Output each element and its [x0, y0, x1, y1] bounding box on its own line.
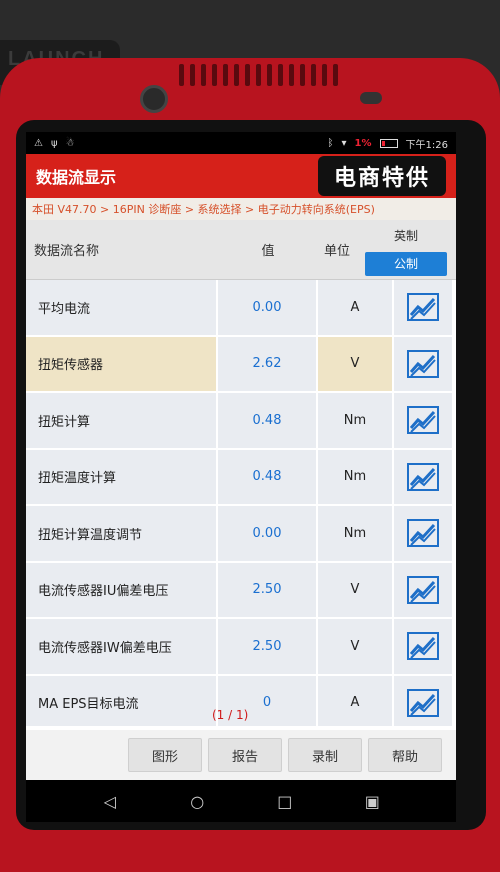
column-header-name: 数据流名称: [34, 244, 100, 259]
graph-button[interactable]: [394, 449, 452, 504]
row-value: 2.50: [218, 562, 316, 617]
graph-button[interactable]: [394, 280, 452, 335]
table-row[interactable]: 平均电流 0.00 A: [26, 280, 456, 337]
status-bar: ⚠ ψ ☃ ᛒ ▾ 1% 下午1:26: [26, 132, 456, 154]
clock: 下午1:26: [405, 139, 448, 151]
column-header-value: 值: [261, 244, 275, 259]
row-value: 2.50: [218, 619, 316, 674]
row-name: 扭矩计算温度调节: [26, 506, 216, 561]
column-header-unit: 单位: [323, 244, 350, 259]
back-icon[interactable]: ◁: [95, 786, 125, 816]
table-row[interactable]: 电流传感器IW偏差电压 2.50 V: [26, 619, 456, 676]
row-value: 0.48: [218, 449, 316, 504]
camera: [140, 85, 168, 113]
row-name: 扭矩传感器: [26, 336, 216, 391]
bluetooth-icon: ᛒ: [327, 137, 334, 149]
speaker-grille: [178, 60, 338, 90]
imperial-button[interactable]: 英制: [365, 224, 447, 248]
graph-button[interactable]: [394, 506, 452, 561]
line-chart-icon: [407, 632, 439, 661]
bottom-toolbar: 图形 报告 录制 帮助: [26, 730, 456, 780]
table-header: 数据流名称 值 单位 英制 公制: [26, 220, 456, 280]
page-indicator: (1 / 1): [212, 708, 249, 722]
line-chart-icon: [407, 349, 439, 378]
row-value: 0.48: [218, 393, 316, 448]
wifi-icon: ▾: [341, 137, 347, 149]
line-chart-icon: [407, 519, 439, 548]
row-name: 电流传感器IU偏差电压: [26, 562, 216, 617]
table-row[interactable]: 扭矩计算温度调节 0.00 Nm: [26, 506, 456, 563]
line-chart-icon: [407, 575, 439, 604]
battery-icon: [379, 138, 398, 148]
android-debug-icon: ☃: [65, 137, 75, 149]
help-button[interactable]: 帮助: [368, 738, 442, 772]
recents-icon[interactable]: □: [270, 786, 300, 816]
graph-button[interactable]: [394, 619, 452, 674]
screen: ⚠ ψ ☃ ᛒ ▾ 1% 下午1:26 数据流显示 电商特供 本田 V47.70…: [26, 132, 456, 822]
row-name: 扭矩温度计算: [26, 449, 216, 504]
graph-button[interactable]: [394, 562, 452, 617]
table-row[interactable]: 电流传感器IU偏差电压 2.50 V: [26, 562, 456, 619]
metric-button[interactable]: 公制: [365, 251, 447, 276]
watermark-label: 电商特供: [317, 156, 446, 196]
sensor: [360, 92, 382, 104]
usb-icon: ψ: [50, 137, 58, 149]
table-row[interactable]: 扭矩传感器 2.62 V: [26, 336, 456, 393]
unit-toggle: 英制 公制: [356, 220, 456, 279]
graph-button[interactable]: [394, 336, 452, 391]
line-chart-icon: [407, 462, 439, 491]
warning-icon: ⚠: [34, 137, 43, 149]
record-button[interactable]: 录制: [288, 738, 362, 772]
home-icon[interactable]: ○: [182, 786, 212, 816]
row-name: 扭矩计算: [26, 393, 216, 448]
line-chart-icon: [407, 406, 439, 435]
row-unit: V: [318, 336, 392, 391]
graph-button[interactable]: [394, 393, 452, 448]
row-value: 0.00: [218, 280, 316, 335]
row-value: 0.00: [218, 506, 316, 561]
row-unit: Nm: [318, 506, 392, 561]
row-unit: A: [318, 675, 392, 726]
line-chart-icon: [407, 293, 439, 322]
page-title: 数据流显示: [36, 168, 117, 187]
table-row[interactable]: 扭矩温度计算 0.48 Nm: [26, 449, 456, 506]
data-list: 平均电流 0.00 A 扭矩传感器 2.62 V 扭矩计算 0.48 Nm 扭矩…: [26, 280, 456, 726]
line-chart-icon: [407, 688, 439, 717]
android-nav-bar: ◁ ○ □ ▣: [26, 780, 456, 822]
breadcrumb: 本田 V47.70 > 16PIN 诊断座 > 系统选择 > 电子动力转向系统(…: [26, 198, 456, 220]
row-name: MA EPS目标电流: [26, 675, 216, 726]
title-bar: 数据流显示 电商特供: [26, 154, 456, 198]
row-name: 平均电流: [26, 280, 216, 335]
row-unit: Nm: [318, 393, 392, 448]
row-value: 2.62: [218, 336, 316, 391]
table-row[interactable]: 扭矩计算 0.48 Nm: [26, 393, 456, 450]
row-unit: V: [318, 562, 392, 617]
report-button[interactable]: 报告: [208, 738, 282, 772]
row-name: 电流传感器IW偏差电压: [26, 619, 216, 674]
graph-button[interactable]: [394, 675, 452, 726]
battery-percent: 1%: [354, 137, 372, 149]
screenshot-icon[interactable]: ▣: [357, 786, 387, 816]
row-unit: V: [318, 619, 392, 674]
graph-mode-button[interactable]: 图形: [128, 738, 202, 772]
row-unit: Nm: [318, 449, 392, 504]
row-unit: A: [318, 280, 392, 335]
